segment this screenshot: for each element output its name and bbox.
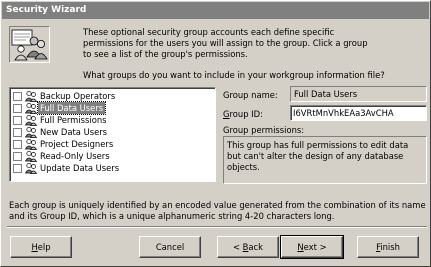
- finish-button[interactable]: Finish: [357, 236, 419, 258]
- help-button[interactable]: Help: [10, 236, 72, 258]
- group-id-field[interactable]: I6VRtMnVhkEAa3AvCHA: [290, 105, 427, 121]
- list-item-label: New Data Users: [40, 127, 108, 137]
- list-item-label: Project Designers: [40, 139, 114, 149]
- checkbox[interactable]: [13, 152, 22, 161]
- checkbox[interactable]: [13, 104, 22, 113]
- next-button[interactable]: Next >: [280, 235, 344, 259]
- group-name-label: Group name:: [223, 90, 278, 100]
- checkbox[interactable]: [13, 116, 22, 125]
- group-icon: [25, 102, 37, 114]
- groups-listbox[interactable]: Backup Operators Full Data Users Full Pe…: [9, 87, 216, 182]
- list-item-selected[interactable]: Full Data Users: [11, 101, 215, 115]
- list-item-label: Backup Operators: [40, 91, 116, 101]
- security-users-icon: [9, 26, 50, 63]
- group-id-label: Group ID:: [223, 109, 263, 119]
- footer-note: Each group is uniquely identified by an …: [9, 200, 426, 221]
- group-permissions-label: Group permissions:: [223, 125, 305, 135]
- group-name-field: Full Data Users: [290, 86, 427, 102]
- separator: [7, 226, 427, 228]
- back-button[interactable]: < Back: [217, 236, 279, 258]
- group-permissions-text: This group has full permissions to edit …: [223, 136, 427, 184]
- checkbox[interactable]: [13, 164, 22, 173]
- checkbox[interactable]: [13, 140, 22, 149]
- list-item[interactable]: Update Data Users: [11, 162, 215, 174]
- checkbox[interactable]: [13, 128, 22, 137]
- checkbox[interactable]: [13, 92, 22, 101]
- list-item[interactable]: Backup Operators: [11, 90, 215, 102]
- group-icon: [25, 150, 37, 162]
- list-item[interactable]: Full Permissions: [11, 114, 215, 126]
- list-item-label: Full Permissions: [40, 115, 107, 125]
- group-icon: [25, 90, 37, 102]
- groups-question: What groups do you want to include in yo…: [83, 70, 385, 80]
- group-icon: [25, 138, 37, 150]
- list-item[interactable]: Read-Only Users: [11, 150, 215, 162]
- group-icon: [25, 114, 37, 126]
- intro-text: These optional security group accounts e…: [83, 27, 368, 59]
- window-title: Security Wizard: [2, 2, 429, 19]
- cancel-button[interactable]: Cancel: [139, 236, 201, 258]
- list-item[interactable]: Project Designers: [11, 138, 215, 150]
- list-item[interactable]: New Data Users: [11, 126, 215, 138]
- list-item-label: Read-Only Users: [40, 151, 110, 161]
- list-item-label: Update Data Users: [40, 163, 120, 173]
- security-wizard-window: Security Wizard These optional security …: [0, 0, 431, 267]
- group-icon: [25, 162, 37, 174]
- group-icon: [25, 126, 37, 138]
- list-item-label: Full Data Users: [36, 101, 107, 115]
